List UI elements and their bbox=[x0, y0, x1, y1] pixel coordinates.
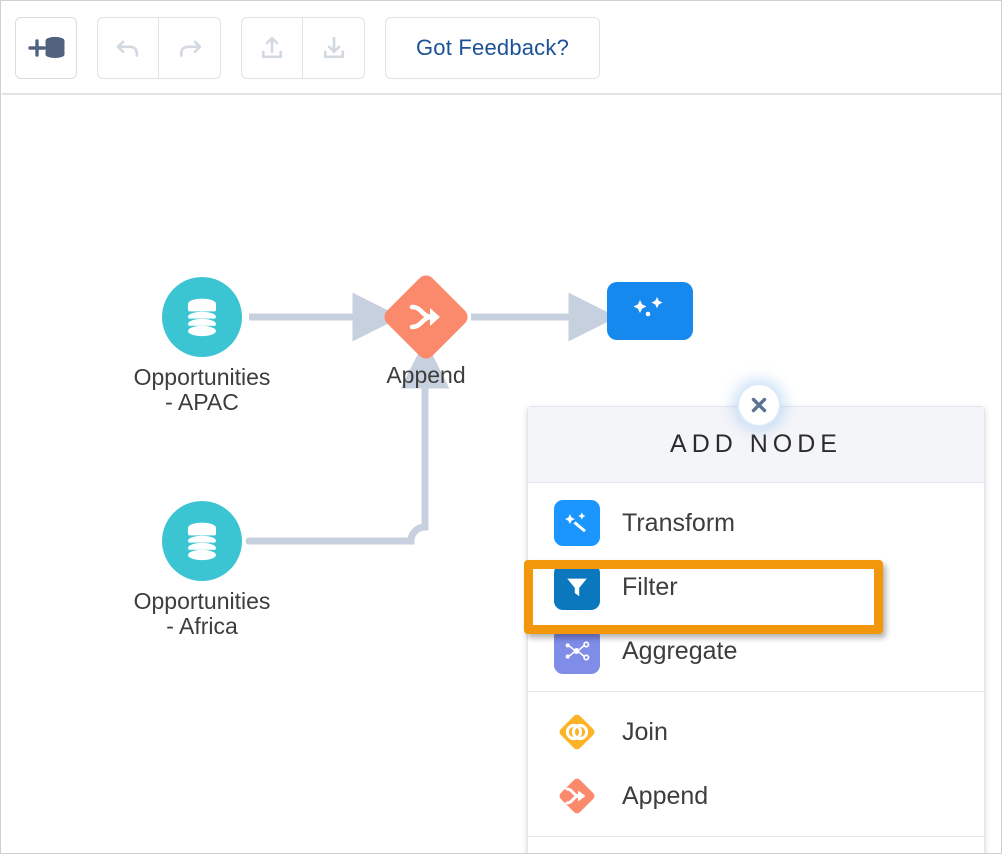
menu-item-label: Append bbox=[622, 781, 709, 810]
popup-title: ADD NODE bbox=[670, 430, 842, 458]
node-transform[interactable] bbox=[607, 282, 693, 340]
download-button[interactable] bbox=[303, 16, 365, 79]
toolbar-group-history bbox=[97, 16, 221, 79]
merge-arrow-icon bbox=[383, 274, 469, 360]
toolbar: Got Feedback? bbox=[1, 1, 1001, 94]
upload-icon bbox=[261, 36, 283, 58]
download-icon bbox=[323, 36, 344, 58]
node-append[interactable]: Append bbox=[380, 271, 472, 388]
database-icon bbox=[188, 298, 216, 337]
menu-item-label: Join bbox=[622, 717, 668, 746]
recipe-canvas: Opportunities - APAC Opportunities - Afr… bbox=[2, 95, 1001, 853]
node-label-line1: Opportunities bbox=[133, 364, 271, 390]
append-diamond[interactable] bbox=[380, 271, 472, 363]
database-icon bbox=[188, 522, 216, 561]
add-node-popup: ADD NODE Transform Filter Aggregate Join… bbox=[524, 385, 985, 853]
toolbar-group-dataset bbox=[15, 16, 77, 79]
close-popup-button[interactable] bbox=[739, 385, 779, 425]
close-x-icon bbox=[751, 397, 767, 413]
node-label: Opportunities - APAC bbox=[72, 365, 332, 415]
node-label: Append bbox=[386, 362, 466, 388]
plus-database-icon bbox=[28, 36, 65, 58]
transform-square[interactable] bbox=[607, 282, 693, 340]
dataset-circle[interactable] bbox=[162, 277, 242, 357]
redo-button[interactable] bbox=[159, 16, 221, 79]
menu-item-transform[interactable]: Transform bbox=[528, 491, 984, 555]
menu-item-label: Filter bbox=[622, 572, 678, 601]
got-feedback-button[interactable]: Got Feedback? bbox=[385, 16, 601, 79]
node-opportunities-africa[interactable]: Opportunities - Africa bbox=[134, 501, 270, 639]
magic-wand-icon bbox=[554, 500, 600, 546]
menu-section-output: Output bbox=[528, 836, 984, 853]
node-label-line2: - APAC bbox=[165, 389, 239, 415]
menu-item-aggregate[interactable]: Aggregate bbox=[528, 619, 984, 683]
recipe-builder-window: Got Feedback? Opportunities - APAC Oppor… bbox=[0, 0, 1002, 854]
undo-button[interactable] bbox=[97, 16, 159, 79]
node-label: Opportunities - Africa bbox=[72, 589, 332, 639]
menu-section-combine-ops: Join Append bbox=[528, 691, 984, 836]
undo-arrow-icon bbox=[116, 39, 139, 57]
funnel-icon bbox=[554, 564, 600, 610]
venn-circles-icon bbox=[554, 709, 600, 755]
menu-section-row-ops: Transform Filter Aggregate bbox=[528, 483, 984, 691]
menu-item-label: Aggregate bbox=[622, 636, 738, 665]
add-dataset-button[interactable] bbox=[15, 16, 77, 79]
node-label-line1: Opportunities bbox=[133, 588, 271, 614]
node-opportunities-apac[interactable]: Opportunities - APAC bbox=[134, 277, 270, 415]
toolbar-group-transfer bbox=[241, 16, 365, 79]
menu-item-output[interactable]: Output bbox=[528, 845, 984, 853]
merge-arrow-icon bbox=[554, 773, 600, 819]
redo-arrow-icon bbox=[179, 39, 201, 57]
dataset-circle[interactable] bbox=[162, 501, 242, 581]
upload-button[interactable] bbox=[241, 16, 303, 79]
magic-wand-icon bbox=[633, 297, 663, 317]
menu-item-filter[interactable]: Filter bbox=[528, 555, 984, 619]
menu-item-append[interactable]: Append bbox=[528, 764, 984, 828]
menu-item-join[interactable]: Join bbox=[528, 700, 984, 764]
node-label-line2: - Africa bbox=[166, 613, 238, 639]
node-graph-icon bbox=[554, 628, 600, 674]
menu-item-label: Transform bbox=[622, 508, 735, 537]
